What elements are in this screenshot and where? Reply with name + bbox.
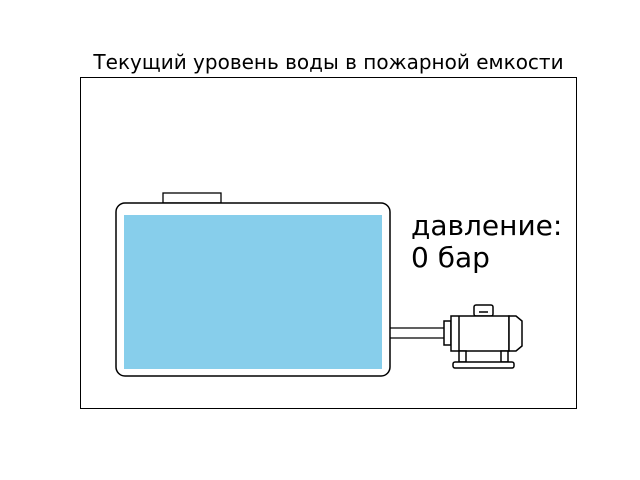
pressure-readout: давление: 0 бар [411, 210, 562, 274]
pressure-label: давление: [411, 209, 563, 242]
pressure-value: 0 бар [411, 241, 490, 274]
water-level-fill [124, 215, 382, 369]
pipe [390, 327, 444, 339]
pump-icon [443, 304, 523, 369]
tank-hatch [162, 192, 222, 204]
